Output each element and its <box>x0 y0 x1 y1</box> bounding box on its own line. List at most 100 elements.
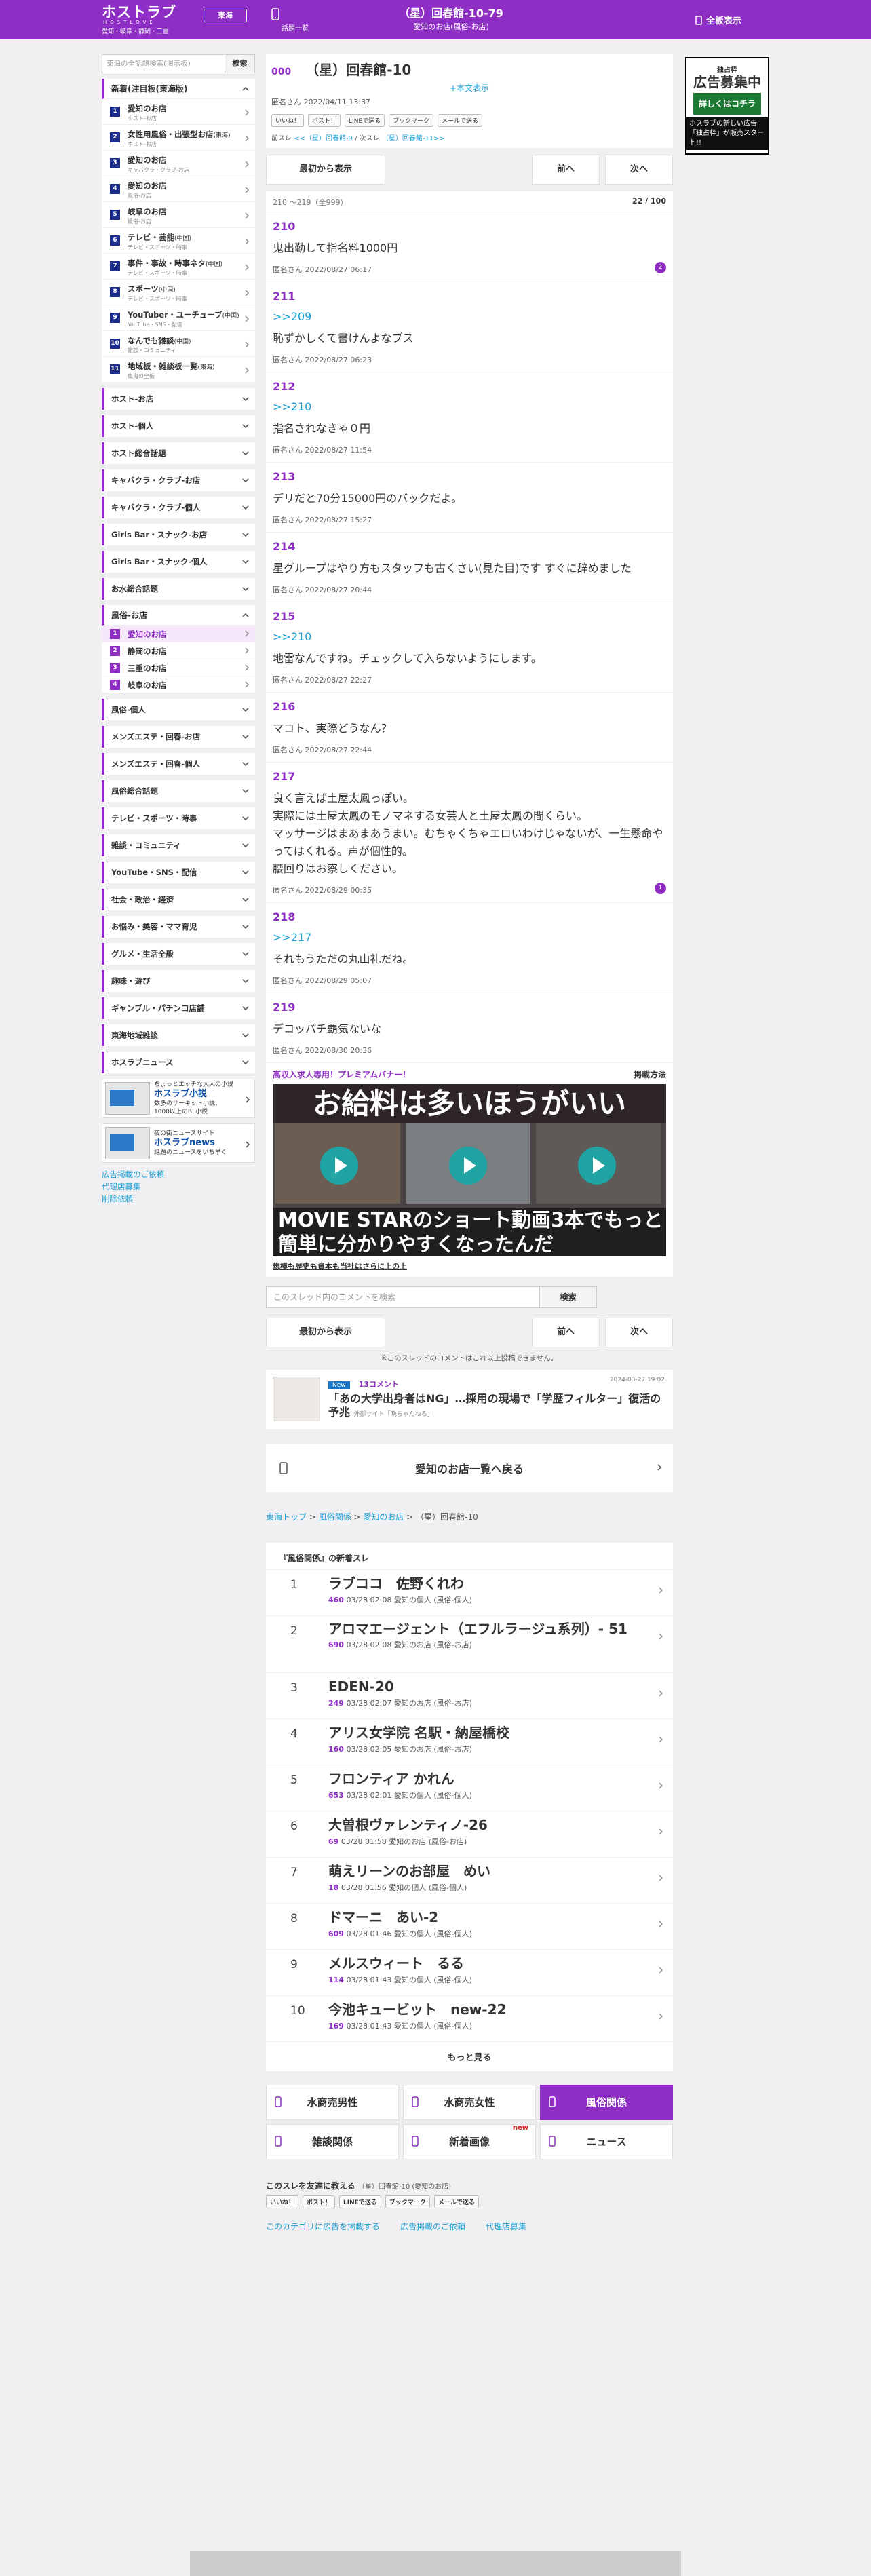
reply-count-badge[interactable]: 1 <box>655 883 666 894</box>
sidebar-item-fuzoku[interactable]: 2 静岡のお店 <box>102 642 255 659</box>
sidebar-category[interactable]: お水総合話題 <box>102 578 255 600</box>
sidebar-category[interactable]: ギャンブル・パチンコ店舗 <box>102 997 255 1019</box>
post-number[interactable]: 215 <box>273 609 666 624</box>
premium-video[interactable]: お給料は多いほうがいい MOVIE STARのショート動画3本でもっと簡単に分か… <box>273 1084 666 1256</box>
sidebar-category[interactable]: 社会・政治・経済 <box>102 889 255 910</box>
sidebar-category[interactable]: キャバクラ・クラブ-お店 <box>102 469 255 491</box>
post-number[interactable]: 211 <box>273 289 666 304</box>
fuzoku-header[interactable]: 風俗-お店 <box>102 605 255 626</box>
ranking-row[interactable]: 9 メルスウィート るる 114 03/28 01:43 愛知の個人 (風俗-個人) <box>266 1950 673 1996</box>
site-search-button[interactable]: 検索 <box>225 54 255 73</box>
sidebar-category[interactable]: キャバクラ・クラブ-個人 <box>102 497 255 518</box>
topic-list-button[interactable]: 話題一覧 <box>271 8 319 33</box>
sidebar-category[interactable]: メンズエステ・回春-個人 <box>102 753 255 775</box>
sidebar-category[interactable]: メンズエステ・回春-お店 <box>102 726 255 748</box>
category-tab[interactable]: ニュース <box>540 2124 673 2159</box>
ranking-row[interactable]: 10 今池キュービット new-22 169 03/28 01:43 愛知の個人 (… <box>266 1996 673 2042</box>
sidebar-category[interactable]: お悩み・美容・ママ育児 <box>102 916 255 938</box>
region-button[interactable]: 東海 <box>204 9 247 22</box>
sidebar-category[interactable]: 風俗-個人 <box>102 699 255 720</box>
news-banner[interactable]: 夜の街ニュースサイト ホスラブnews 話題のニュースをいち早く <box>102 1123 255 1163</box>
breadcrumb-top[interactable]: 東海トップ <box>266 1512 307 1522</box>
facebook-like-button[interactable]: いいね！ <box>271 114 305 127</box>
show-more-button[interactable]: もっと見る <box>266 2042 673 2064</box>
bookmark-button[interactable]: ブックマーク <box>389 114 434 127</box>
ranking-row[interactable]: 5 フロンティア かれん 653 03/28 02:01 愛知の個人 (風俗-個人) <box>266 1765 673 1811</box>
post-anchor-link[interactable]: >>209 <box>273 309 666 324</box>
sidebar-category[interactable]: ホスラブニュース <box>102 1052 255 1073</box>
post-anchor-link[interactable]: >>217 <box>273 930 666 945</box>
sidebar-item-trending[interactable]: 9 YouTuber・ユーチューブ(中国) YouTube・SNS・配信 <box>102 305 255 331</box>
next-thread-link[interactable]: （星）回春館-11>> <box>382 135 445 142</box>
post-anchor-link[interactable]: >>210 <box>273 630 666 645</box>
sidebar-category[interactable]: 趣味・遊び <box>102 970 255 992</box>
ad-request-link[interactable]: 広告掲載のご依頼 <box>102 1168 255 1180</box>
mail-send-button[interactable]: メールで送る <box>438 114 483 127</box>
fullscreen-button[interactable]: 全板表示 <box>695 14 741 26</box>
post-number[interactable]: 210 <box>273 219 666 234</box>
sidebar-item-trending[interactable]: 11 地域板・雑談板一覧(東海) 東海の全板 <box>102 357 255 383</box>
sidebar-item-trending[interactable]: 6 テレビ・芸能(中国) テレビ・スポーツ・時事 <box>102 228 255 254</box>
show-from-start-button[interactable]: 最初から表示 <box>266 155 385 185</box>
play-icon[interactable] <box>320 1147 358 1185</box>
ranking-row[interactable]: 6 大曽根ヴァレンティノ-26 69 03/28 01:58 愛知のお店 (風俗-お… <box>266 1811 673 1858</box>
show-body-link[interactable]: +本文表示 <box>271 82 667 94</box>
agency-link[interactable]: 代理店募集 <box>486 2221 526 2232</box>
post-number[interactable]: 214 <box>273 539 666 554</box>
sidebar-category[interactable]: テレビ・スポーツ・時事 <box>102 807 255 829</box>
sidebar-category[interactable]: グルメ・生活全般 <box>102 943 255 965</box>
back-to-list-button[interactable]: 愛知のお店一覧へ戻る <box>266 1444 673 1492</box>
show-from-start-button[interactable]: 最初から表示 <box>266 1318 385 1347</box>
sidebar-category[interactable]: Girls Bar・スナック-お店 <box>102 524 255 545</box>
sidebar-category[interactable]: ホスト-個人 <box>102 415 255 437</box>
sidebar-item-trending[interactable]: 2 女性用風俗・出張型お店(東海) ホスト-お店 <box>102 125 255 151</box>
novel-banner[interactable]: ちょっとエッチな大人の小説 ホスラブ小説 数多のサーキット小説、1000以上のB… <box>102 1079 255 1118</box>
site-logo[interactable]: ホストラブ HOSTLOVE 愛知・岐阜・静岡・三重 <box>102 5 176 36</box>
bookmark-button[interactable]: ブックマーク <box>385 2195 430 2208</box>
prev-page-button[interactable]: 前へ <box>532 1318 600 1347</box>
next-page-button[interactable]: 次へ <box>605 155 673 185</box>
sidebar-item-fuzoku[interactable]: 4 岐阜のお店 <box>102 676 255 693</box>
ranking-row[interactable]: 3 EDEN-20 249 03/28 02:07 愛知のお店 (風俗-お店) <box>266 1673 673 1719</box>
category-tab[interactable]: 風俗関係 <box>540 2085 673 2120</box>
premium-caption[interactable]: 規模も歴史も資本も当社はさらに上の上 <box>273 1261 666 1271</box>
next-page-button[interactable]: 次へ <box>605 1318 673 1347</box>
category-tab[interactable]: 雑談関係 <box>266 2124 399 2159</box>
ranking-row[interactable]: 2 アロマエージェント（エフルラージュ系列）- 51 690 03/28 02:08… <box>266 1616 673 1673</box>
site-search-input[interactable]: 東海の全話題検索(掲示板) <box>102 54 225 73</box>
sidebar-item-trending[interactable]: 5 岐阜のお店 風俗-お店 <box>102 202 255 228</box>
sidebar-item-trending[interactable]: 7 事件・事故・時事ネタ(中国) テレビ・スポーツ・時事 <box>102 254 255 280</box>
delete-request-link[interactable]: 削除依頼 <box>102 1193 255 1205</box>
sidebar-item-trending[interactable]: 3 愛知のお店 キャバクラ・クラブ-お店 <box>102 151 255 176</box>
ranking-row[interactable]: 8 ドマーニ あい-2 609 03/28 01:46 愛知の個人 (風俗-個人) <box>266 1904 673 1950</box>
mail-send-button[interactable]: メールで送る <box>433 2195 479 2208</box>
reply-count-badge[interactable]: 2 <box>655 262 666 273</box>
ad-request-link[interactable]: 広告掲載のご依頼 <box>400 2221 465 2232</box>
post-anchor-link[interactable]: >>210 <box>273 400 666 415</box>
ranking-row[interactable]: 1 ラブココ 佐野くれわ 460 03/28 02:08 愛知の個人 (風俗-個人) <box>266 1570 673 1616</box>
post-number[interactable]: 216 <box>273 699 666 714</box>
category-tab[interactable]: 新着画像 new <box>403 2124 536 2159</box>
sidebar-item-trending[interactable]: 4 愛知のお店 風俗-お店 <box>102 176 255 202</box>
agency-link[interactable]: 代理店募集 <box>102 1180 255 1193</box>
post-number[interactable]: 218 <box>273 910 666 925</box>
ad-banner[interactable]: 独占枠 広告募集中 詳しくはコチラ ホスラブの新しい広告「独占枠」が販売スタート… <box>685 57 769 155</box>
line-send-button[interactable]: LINEで送る <box>345 114 385 127</box>
news-card[interactable]: New 13コメント 「あの大学出身者はNG」…採用の現場で「学歴フィルター」復… <box>266 1370 673 1429</box>
prev-page-button[interactable]: 前へ <box>532 155 600 185</box>
sidebar-category[interactable]: ホスト総合話題 <box>102 442 255 464</box>
play-icon[interactable] <box>578 1147 616 1185</box>
breadcrumb-category[interactable]: 風俗関係 <box>319 1512 351 1522</box>
category-tab[interactable]: 水商売女性 <box>403 2085 536 2120</box>
sidebar-item-trending[interactable]: 8 スポーツ(中国) テレビ・スポーツ・時事 <box>102 280 255 305</box>
line-send-button[interactable]: LINEで送る <box>339 2195 381 2208</box>
x-post-button[interactable]: ポスト！ <box>303 2195 336 2208</box>
prev-thread-link[interactable]: <<（星）回春館-9 <box>294 135 353 142</box>
post-number[interactable]: 212 <box>273 379 666 394</box>
sidebar-category[interactable]: Girls Bar・スナック-個人 <box>102 551 255 573</box>
comment-search-button[interactable]: 検索 <box>540 1286 597 1308</box>
sidebar-category[interactable]: 東海地域雑談 <box>102 1024 255 1046</box>
sidebar-item-trending[interactable]: 10 なんでも雑談(中国) 雑談・コミュニティ <box>102 331 255 357</box>
premium-howto-link[interactable]: 掲載方法 <box>634 1069 666 1080</box>
sidebar-item-fuzoku[interactable]: 3 三重のお店 <box>102 659 255 676</box>
